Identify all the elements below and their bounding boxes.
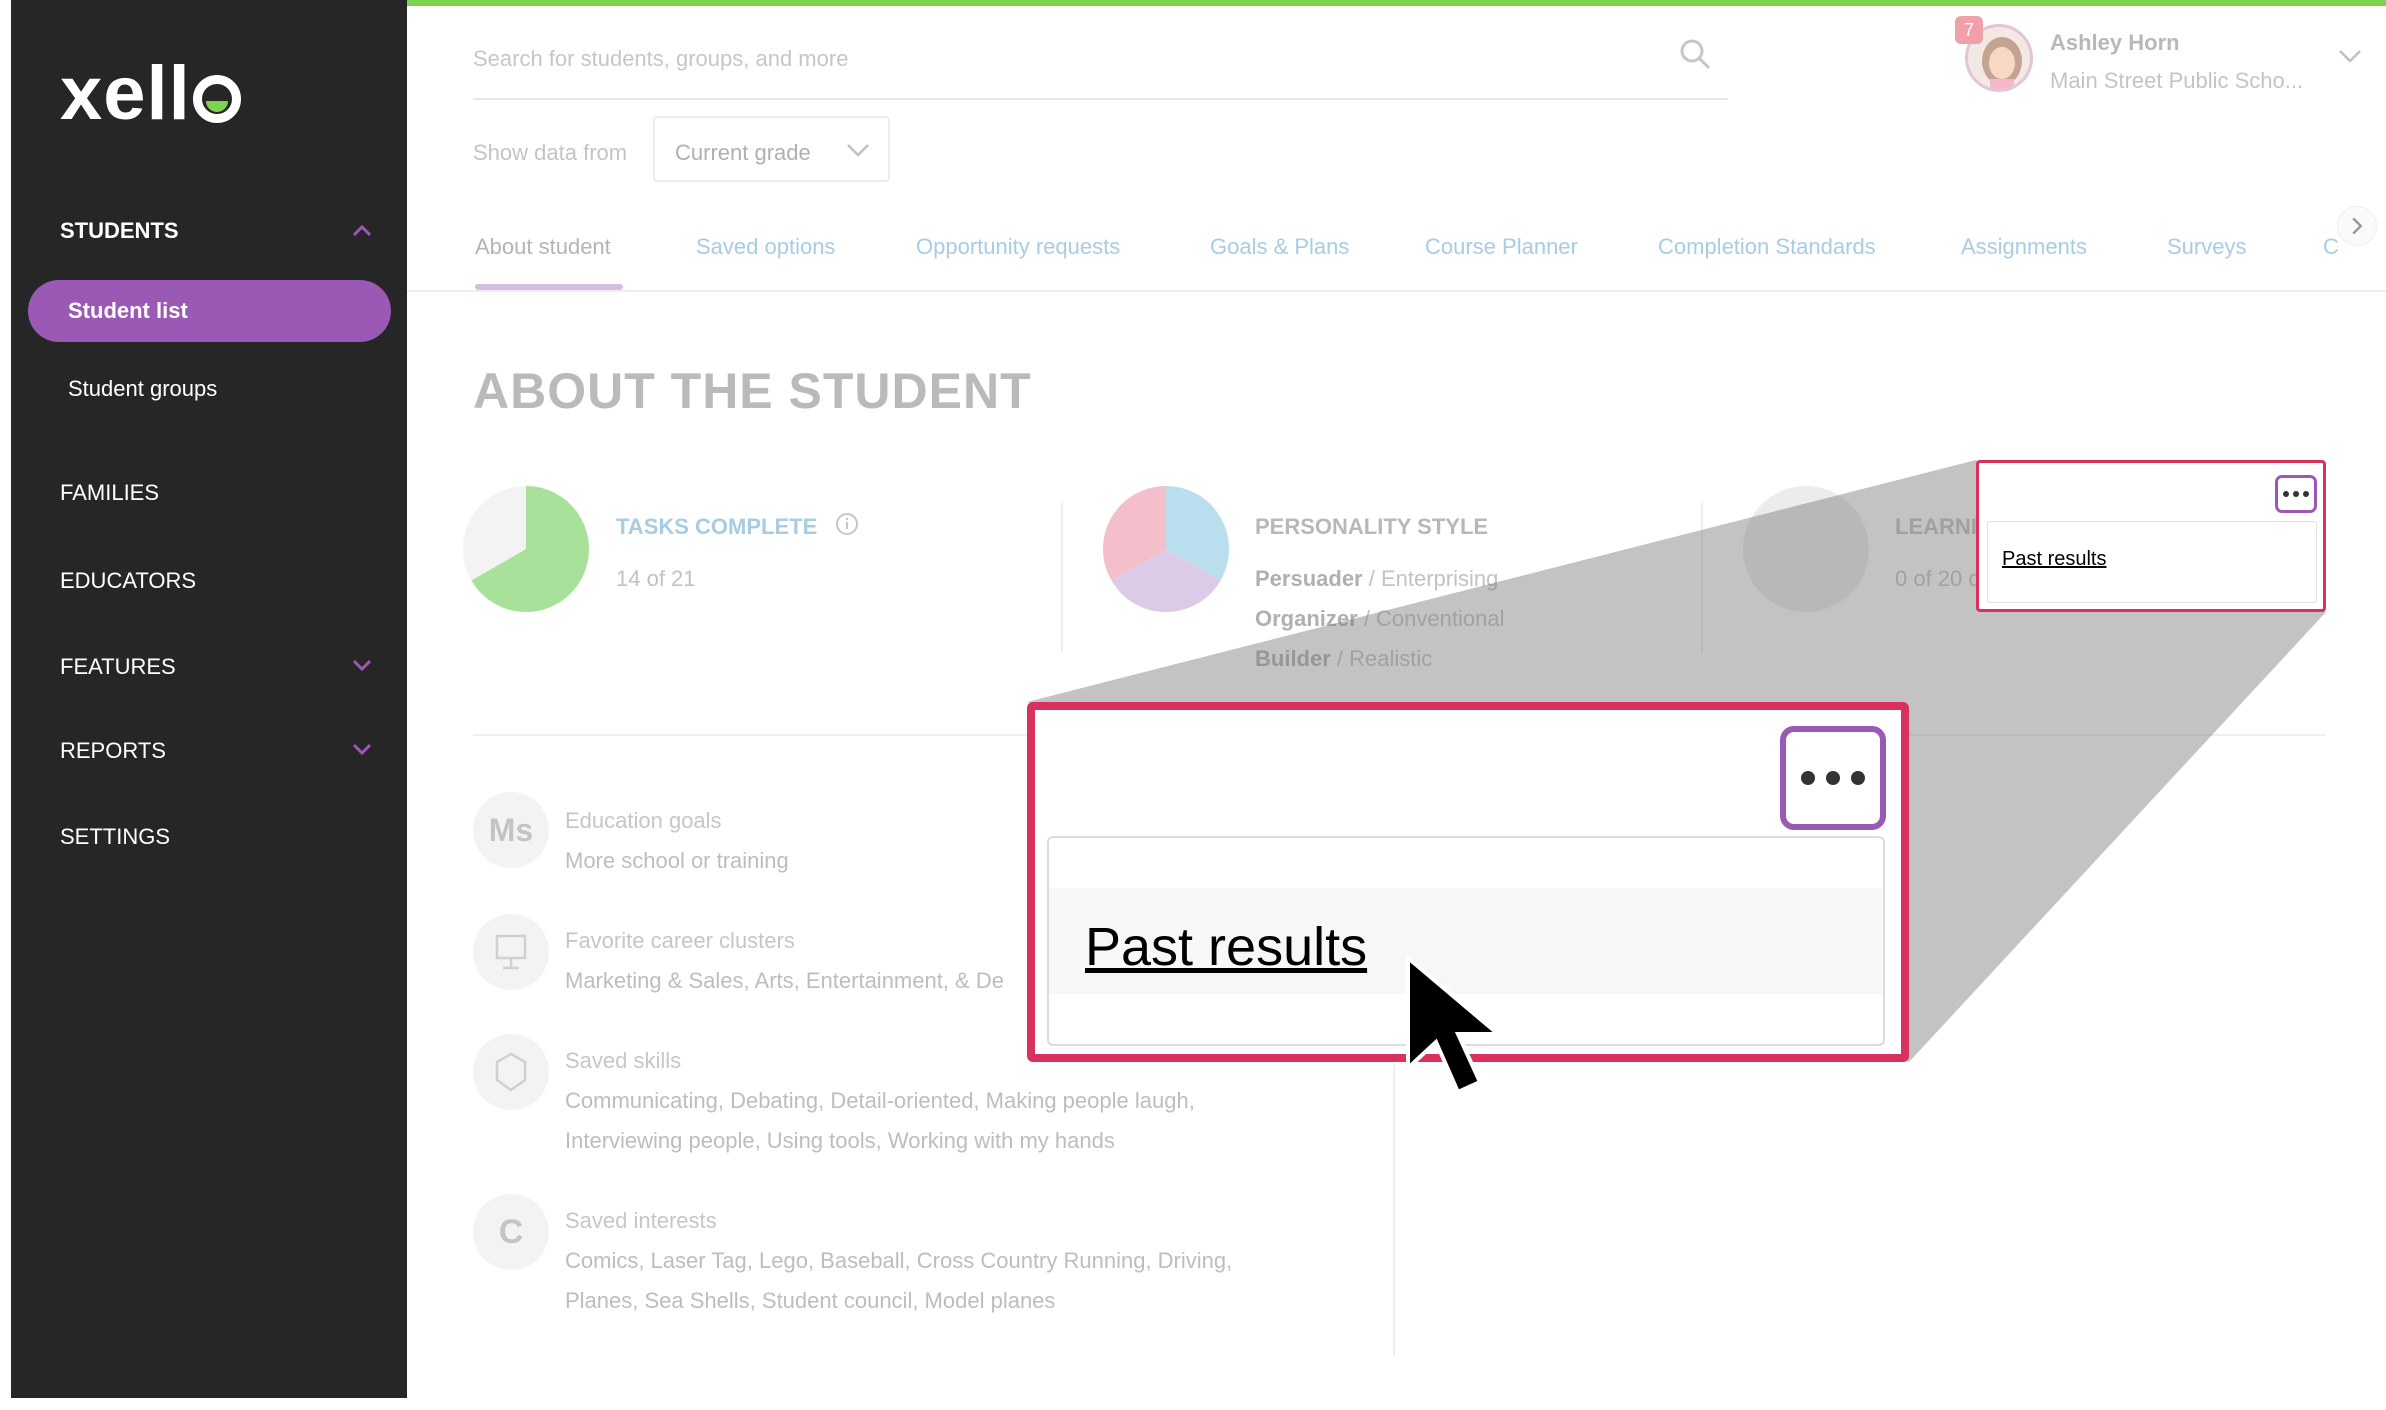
ellipsis-icon [1801, 771, 1865, 785]
app-window: xell STUDENTS Student list Student group… [0, 0, 2386, 1410]
past-results-link[interactable]: Past results [1085, 916, 1367, 978]
ellipsis-icon [2283, 491, 2309, 497]
options-menu: Past results [1987, 521, 2317, 603]
more-options-button[interactable] [1780, 726, 1886, 830]
small-callout: Past results [1976, 460, 2326, 612]
more-options-button[interactable] [2275, 475, 2317, 513]
past-results-link[interactable]: Past results [2002, 548, 2106, 571]
mouse-cursor-icon [1406, 953, 1504, 1095]
